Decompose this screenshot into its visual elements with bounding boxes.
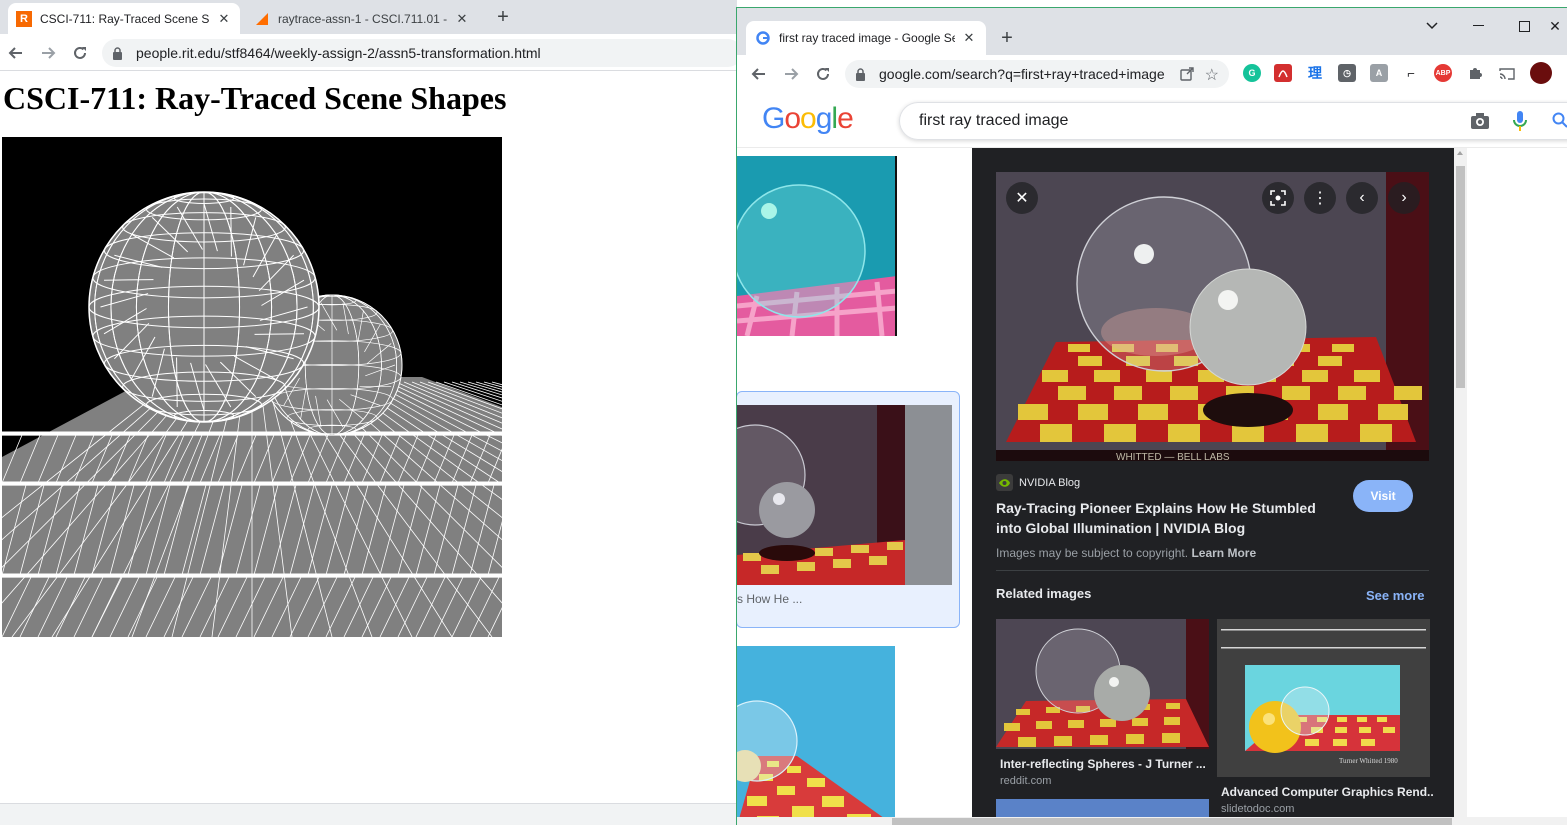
pdf-extension-icon[interactable] — [1274, 64, 1292, 82]
new-tab-button[interactable]: + — [993, 24, 1021, 52]
tab-search-icon[interactable] — [1417, 13, 1447, 39]
close-window-button[interactable]: ✕ — [1543, 13, 1567, 39]
visit-button[interactable]: Visit — [1353, 480, 1413, 512]
minimize-button[interactable] — [1463, 13, 1493, 39]
preview-image-caption: WHITTED — BELL LABS — [1116, 452, 1230, 461]
related-images-heading: Related images — [996, 586, 1092, 601]
microphone-icon[interactable] — [1513, 110, 1527, 137]
related-image-1-source: reddit.com — [1000, 775, 1052, 787]
url-text: google.com/search?q=first+ray+traced+ima… — [879, 66, 1165, 82]
google-logo[interactable]: Google — [762, 102, 854, 136]
address-bar[interactable]: google.com/search?q=first+ray+traced+ima… — [845, 60, 1229, 88]
large-sphere — [88, 191, 320, 423]
nvidia-favicon-icon — [996, 474, 1013, 491]
grammarly-extension-icon[interactable]: G — [1243, 64, 1261, 82]
google-header: Google first ray traced image — [737, 92, 1567, 148]
glasses-extension-icon[interactable]: ⌐ — [1402, 64, 1420, 82]
horizontal-scrollbar-thumb[interactable] — [892, 818, 1452, 825]
preview-title-link[interactable]: Ray-Tracing Pioneer Explains How He Stum… — [996, 498, 1326, 538]
related-image-2-caption-text: Turner Whitted 1980 — [1339, 757, 1398, 765]
right-browser-window: first ray traced image - Google Search ✕… — [736, 7, 1567, 825]
image-preview-panel: WHITTED — BELL LABS ✕ ⋮ ‹ › NVIDIA Blog … — [972, 148, 1454, 825]
search-icon[interactable] — [1552, 112, 1567, 133]
close-preview-button[interactable]: ✕ — [1006, 182, 1038, 214]
dictionary-extension-icon[interactable]: 理 — [1306, 64, 1324, 82]
close-tab-icon[interactable]: ✕ — [216, 11, 232, 27]
see-more-link[interactable]: See more — [1366, 588, 1425, 603]
preview-source[interactable]: NVIDIA Blog — [996, 474, 1080, 491]
lens-search-button[interactable] — [1262, 182, 1294, 214]
previous-image-button[interactable]: ‹ — [1346, 182, 1378, 214]
source-name: NVIDIA Blog — [1019, 476, 1081, 489]
related-image-2[interactable]: Turner Whitted 1980 — [1217, 619, 1430, 777]
image-results-column: s How He ... — [737, 148, 972, 825]
scroll-up-arrow-icon[interactable] — [1457, 151, 1463, 155]
camera-icon[interactable] — [1470, 112, 1490, 135]
tab-csci-711[interactable]: R CSCI-711: Ray-Traced Scene Shapes ✕ — [8, 3, 240, 34]
back-button[interactable] — [4, 41, 28, 65]
more-options-button[interactable]: ⋮ — [1304, 182, 1336, 214]
left-toolbar: people.rit.edu/stf8464/weekly-assign-2/a… — [0, 34, 742, 71]
image-result-thumbnail[interactable] — [737, 405, 952, 585]
search-box[interactable]: first ray traced image — [899, 102, 1567, 140]
profile-avatar[interactable] — [1530, 62, 1552, 84]
cast-icon[interactable] — [1498, 64, 1516, 82]
thumbnail-caption: s How He ... — [737, 592, 803, 606]
rit-favicon-icon: R — [16, 10, 32, 27]
address-bar[interactable]: people.rit.edu/stf8464/weekly-assign-2/a… — [102, 39, 742, 67]
lock-icon — [112, 46, 126, 60]
horizontal-scrollbar[interactable] — [737, 817, 1567, 825]
scrollbar-thumb[interactable] — [1456, 166, 1465, 388]
forward-button[interactable] — [779, 62, 803, 86]
reload-button[interactable] — [68, 41, 92, 65]
tab-raytrace-assn-1[interactable]: raytrace-assn-1 - CSCI.711.01 - Graphics… — [246, 3, 478, 34]
learn-more-link[interactable]: Learn More — [1191, 546, 1256, 560]
back-button[interactable] — [747, 62, 771, 86]
divider — [996, 570, 1429, 571]
bookmark-star-icon[interactable]: ☆ — [1205, 65, 1219, 85]
preview-image[interactable]: WHITTED — BELL LABS ✕ ⋮ ‹ › — [996, 172, 1429, 461]
tab-title: raytrace-assn-1 - CSCI.711.01 - Graphics — [278, 11, 448, 26]
vertical-scrollbar[interactable] — [1454, 148, 1467, 825]
maximize-button[interactable] — [1509, 13, 1539, 39]
adblock-extension-icon[interactable]: ABP — [1434, 64, 1452, 82]
triangle-favicon-icon — [254, 11, 270, 27]
related-image-1-caption[interactable]: Inter-reflecting Spheres - J Turner ... — [1000, 757, 1212, 771]
forward-button[interactable] — [36, 41, 60, 65]
right-toolbar: google.com/search?q=first+ray+traced+ima… — [737, 55, 1567, 92]
copyright-text: Images may be subject to copyright. — [996, 546, 1189, 560]
search-input[interactable]: first ray traced image — [919, 112, 1068, 130]
url-text: people.rit.edu/stf8464/weekly-assign-2/a… — [136, 45, 541, 61]
google-favicon-icon — [755, 30, 771, 46]
image-result-thumbnail[interactable] — [737, 646, 895, 825]
new-tab-button[interactable]: + — [489, 3, 517, 31]
extensions-puzzle-icon[interactable] — [1466, 64, 1484, 82]
reload-button[interactable] — [811, 62, 835, 86]
floor-plane — [0, 377, 1453, 638]
copyright-notice: Images may be subject to copyright. Lear… — [996, 546, 1256, 560]
tab-google-search[interactable]: first ray traced image - Google Search ✕ — [746, 21, 986, 55]
page-title: CSCI-711: Ray-Traced Scene Shapes — [3, 80, 507, 116]
translate-extension-icon[interactable]: A — [1370, 64, 1388, 82]
lock-icon — [855, 67, 869, 81]
left-browser-window: R CSCI-711: Ray-Traced Scene Shapes ✕ ra… — [0, 0, 1453, 825]
ray-traced-render — [0, 137, 1453, 638]
close-tab-icon[interactable]: ✕ — [454, 11, 470, 27]
related-image-2-source: slidetodoc.com — [1221, 803, 1295, 815]
related-image-1[interactable] — [996, 619, 1209, 749]
tab-title: first ray traced image - Google Search — [779, 31, 955, 45]
related-image-2-caption[interactable]: Advanced Computer Graphics Rend... — [1221, 785, 1433, 799]
right-title-bar: first ray traced image - Google Search ✕… — [737, 8, 1567, 55]
share-icon[interactable] — [1180, 66, 1195, 84]
status-bar — [0, 803, 737, 825]
left-tab-strip: R CSCI-711: Ray-Traced Scene Shapes ✕ ra… — [0, 0, 737, 34]
tab-title: CSCI-711: Ray-Traced Scene Shapes — [40, 11, 210, 26]
close-tab-icon[interactable]: ✕ — [961, 30, 977, 46]
next-image-button[interactable]: › — [1388, 182, 1420, 214]
clock-extension-icon[interactable]: ◷ — [1338, 64, 1356, 82]
image-result-thumbnail[interactable] — [737, 156, 897, 336]
